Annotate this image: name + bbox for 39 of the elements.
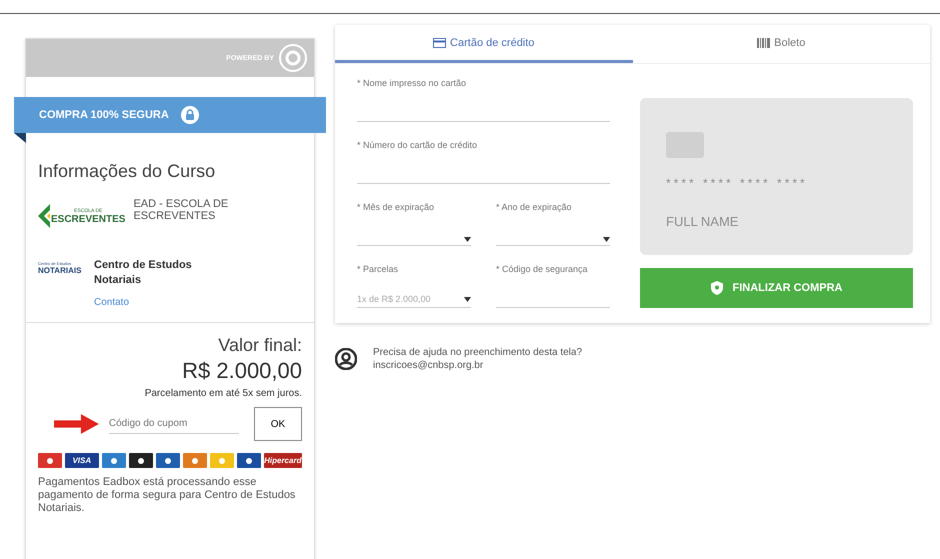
form-field[interactable]: * Número do cartão de crédito [357, 140, 610, 184]
form-field[interactable]: * Ano de expiração [496, 202, 610, 246]
payment-tab[interactable]: Cartão de crédito [335, 25, 632, 63]
logo-wordmark: NOTARIAIS [38, 266, 82, 275]
shield-icon [710, 281, 722, 295]
installments-note: Parcelamento em até 5x sem juros. [144, 388, 302, 399]
form-field[interactable]: * Mês de expiração [357, 202, 471, 246]
form-field[interactable]: * Nome impresso no cartão [357, 78, 610, 122]
card-holder-name: FULL NAME [666, 214, 740, 229]
ring-logo-icon [278, 43, 308, 73]
help-email: inscricoes@cnbsp.org.br [373, 360, 484, 371]
card-brand-logo: Hipercard [264, 453, 302, 468]
provider-name: Centro de Estudos Notariais [94, 258, 193, 288]
lock-icon [180, 106, 199, 124]
credit-card-icon [433, 38, 446, 48]
finish-button[interactable]: FINALIZAR COMPRA [640, 268, 913, 308]
arrow-icon [54, 413, 99, 435]
dropdown-caret-icon [603, 237, 610, 242]
help-question: Precisa de ajuda no preenchimento desta tela? [373, 347, 582, 358]
dropdown-caret-icon [464, 296, 471, 302]
dropdown-caret-icon [464, 237, 471, 242]
banner-fold-icon [14, 133, 26, 143]
chevron-logo-icon [38, 204, 50, 228]
banner-text: COMPRA 100% SEGURA [39, 109, 169, 121]
security-note: Pagamentos Eadbox está processando esse pagamento de forma segura para Centro de Estudos Notariais. [38, 476, 296, 515]
payment-tab[interactable]: Boleto [632, 25, 930, 63]
card-brand-logo: VISA [65, 453, 99, 468]
course-name: EAD - ESCOLA DE ESCREVENTES [133, 198, 230, 222]
barcode-icon [757, 38, 770, 48]
form-field[interactable]: * Código de segurança [496, 264, 610, 308]
card-number-mask: **** **** **** **** [666, 176, 809, 190]
logo-wordmark: ESCREVENTES [51, 214, 126, 224]
form-field[interactable]: * Parcelas 1x de R$ 2.000,00 [357, 264, 471, 308]
total-label: Valor final: [218, 335, 302, 356]
section-title: Informações do Curso [38, 161, 216, 182]
total-value: R$ 2.000,00 [182, 358, 302, 384]
user-icon [335, 348, 357, 370]
ok-button[interactable]: OK [254, 407, 302, 441]
contact-link[interactable]: Contato [94, 297, 204, 308]
